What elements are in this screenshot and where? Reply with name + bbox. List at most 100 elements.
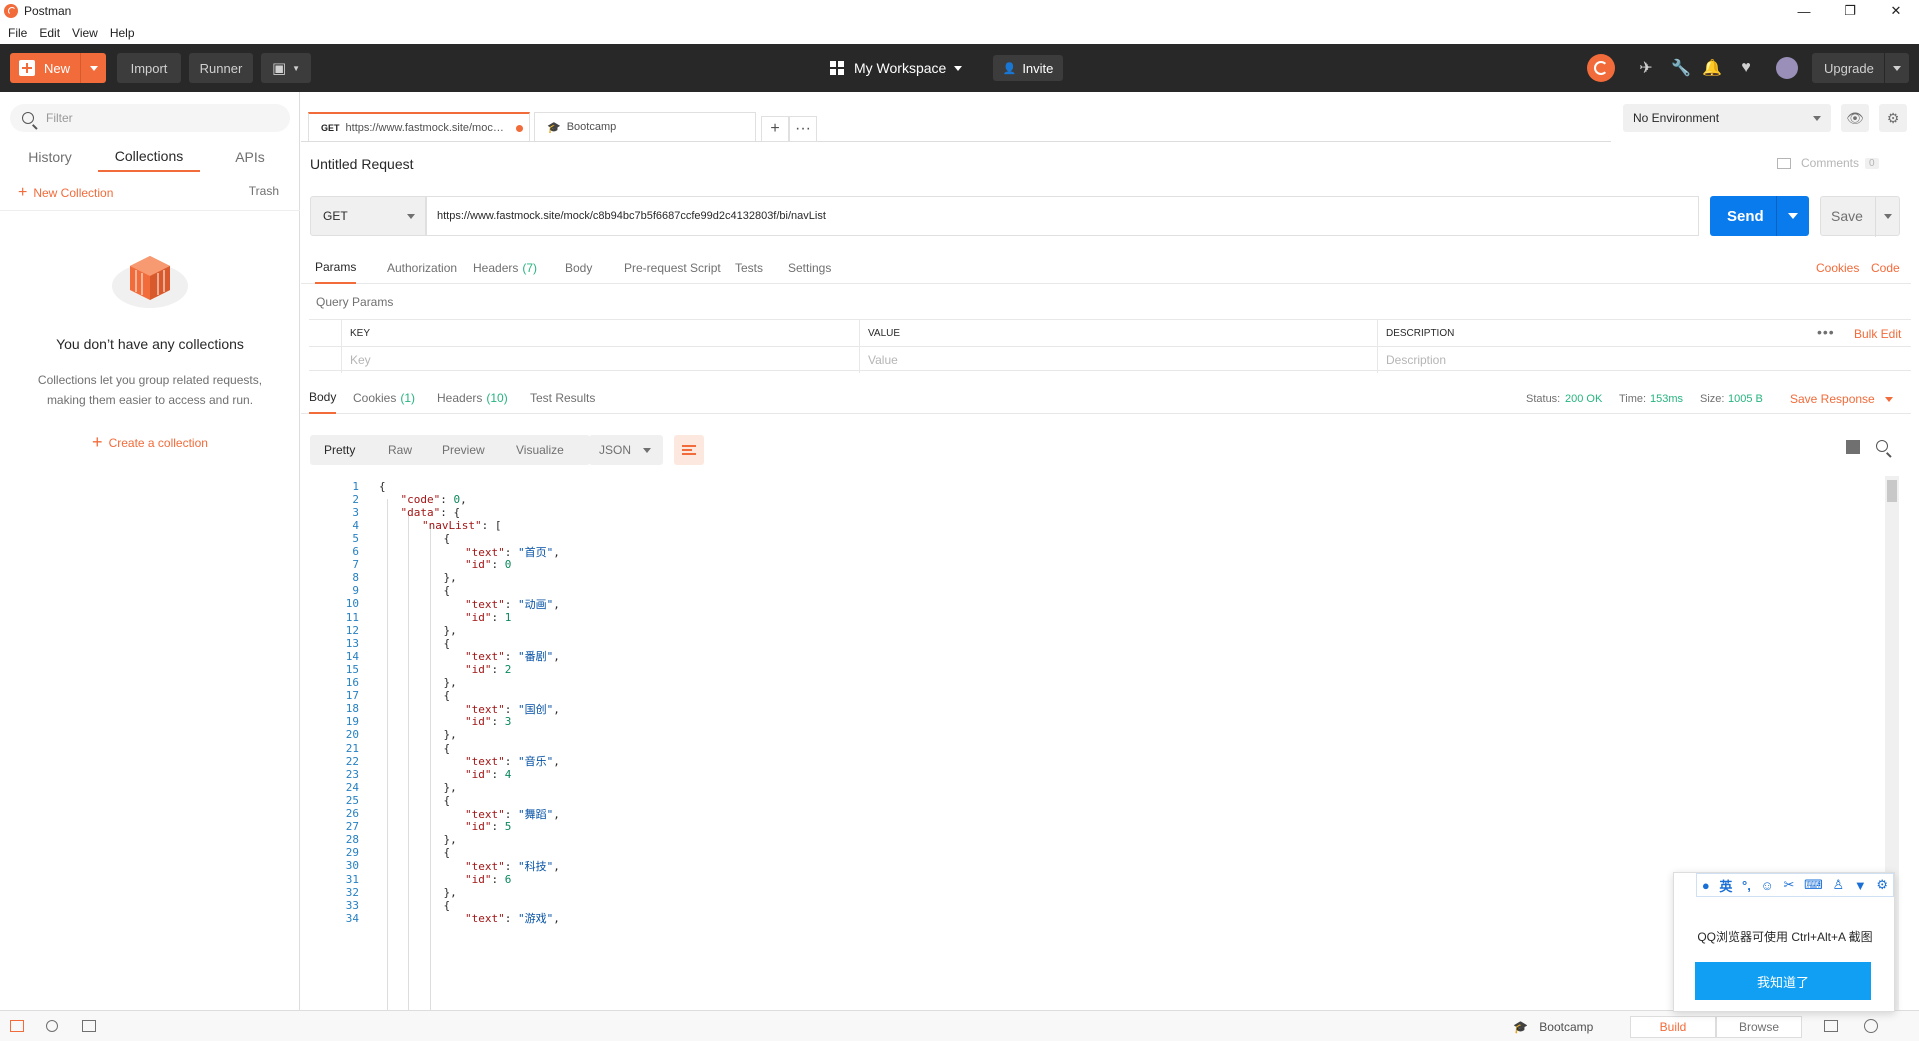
tab-history[interactable]: History (12, 142, 88, 172)
invite-button[interactable]: 👤 Invite (993, 55, 1063, 81)
tab-prerequest-script[interactable]: Pre-request Script (624, 252, 721, 284)
add-tab-button[interactable]: + (761, 116, 789, 142)
save-dropdown-icon[interactable] (1884, 214, 1892, 219)
cookies-count: (1) (400, 391, 416, 405)
browse-mode-button[interactable]: Browse (1716, 1016, 1802, 1038)
user-icon[interactable]: ● (1702, 878, 1710, 893)
tab-params[interactable]: Params (315, 252, 357, 284)
qq-acknowledge-button[interactable]: 我知道了 (1695, 962, 1871, 1000)
tab-response-cookies[interactable]: Cookies (1) (353, 382, 415, 414)
bootcamp-status-link[interactable]: 🎓 Bootcamp (1513, 1020, 1593, 1034)
close-window-button[interactable]: ✕ (1873, 0, 1919, 22)
gear-icon[interactable]: ⚙ (1876, 877, 1888, 893)
build-mode-button[interactable]: Build (1630, 1016, 1716, 1038)
tab-headers-label: Headers (473, 261, 519, 275)
bulk-edit-link[interactable]: Bulk Edit (1854, 327, 1901, 341)
scissors-icon[interactable]: ✂ (1783, 877, 1794, 893)
request-title[interactable]: Untitled Request (310, 156, 414, 172)
format-select[interactable]: JSON (589, 435, 663, 465)
new-window-button[interactable]: ▣ ▼ (261, 53, 311, 83)
keyboard-icon[interactable]: ⌨ (1804, 877, 1823, 893)
person-icon[interactable]: ♙ (1833, 877, 1845, 893)
request-tab-bootcamp[interactable]: 🎓 Bootcamp (534, 112, 756, 141)
emoji-icon[interactable]: ☺ (1761, 878, 1774, 893)
response-body-code[interactable]: 1{2 "code": 0, 3 "data": {4 "navList": [5{6 "… (301, 476, 1883, 1010)
code-link[interactable]: Code (1871, 261, 1900, 275)
tab-pretty[interactable]: Pretty (324, 435, 355, 465)
wrench-icon[interactable]: 🔧 (1671, 58, 1691, 78)
key-input[interactable]: Key (341, 347, 859, 373)
new-button[interactable]: New (10, 53, 106, 83)
punctuation-icon[interactable]: °, (1742, 878, 1751, 893)
eye-icon[interactable]: 👁 (1841, 104, 1869, 132)
postman-logo-icon (4, 4, 18, 18)
tab-visualize[interactable]: Visualize (516, 435, 564, 465)
menu-edit[interactable]: Edit (39, 26, 60, 40)
search-response-button[interactable] (1876, 440, 1900, 452)
environment-select[interactable]: No Environment (1623, 104, 1831, 132)
value-input[interactable]: Value (859, 347, 1377, 373)
runner-button[interactable]: Runner (189, 53, 253, 83)
menu-help[interactable]: Help (110, 26, 135, 40)
tab-response-body[interactable]: Body (309, 382, 337, 414)
chevron-down-icon[interactable] (1893, 66, 1901, 71)
trash-link[interactable]: Trash (249, 184, 279, 198)
gear-icon[interactable]: ⚙ (1879, 104, 1907, 132)
tab-tests[interactable]: Tests (735, 252, 763, 284)
minimize-button[interactable]: — (1781, 0, 1827, 22)
comments-button[interactable]: Comments 0 (1777, 156, 1879, 170)
menu-view[interactable]: View (72, 26, 98, 40)
tab-body[interactable]: Body (565, 252, 592, 284)
layout-icon[interactable] (1824, 1020, 1838, 1032)
tab-options-button[interactable]: ··· (789, 116, 817, 142)
restore-button[interactable]: ❐ (1827, 0, 1873, 22)
workspace-grid-icon (830, 61, 844, 75)
tab-test-results[interactable]: Test Results (530, 382, 595, 414)
upgrade-button[interactable]: Upgrade (1812, 53, 1909, 83)
sidebar-tabs: History Collections APIs (0, 142, 300, 172)
workspace-switcher[interactable]: My Workspace (830, 53, 963, 83)
response-view-tabs: Pretty Raw Preview Visualize (310, 435, 590, 465)
tab-preview[interactable]: Preview (442, 435, 485, 465)
tab-apis[interactable]: APIs (212, 142, 288, 172)
new-dropdown-icon[interactable] (90, 66, 98, 71)
send-button[interactable]: Send (1710, 196, 1809, 236)
shirt-icon[interactable]: ▼ (1854, 878, 1867, 893)
avatar[interactable] (1776, 57, 1798, 79)
tab-raw[interactable]: Raw (388, 435, 412, 465)
description-input[interactable]: Description (1377, 347, 1911, 373)
sync-button[interactable] (1587, 54, 1615, 82)
scrollbar-thumb[interactable] (1887, 480, 1897, 502)
heart-icon[interactable]: ♥ (1736, 58, 1756, 78)
console-icon[interactable] (82, 1020, 96, 1032)
send-dropdown-icon[interactable] (1788, 213, 1798, 219)
tab-settings[interactable]: Settings (788, 252, 831, 284)
tab-headers[interactable]: Headers (7) (473, 252, 537, 284)
import-button[interactable]: Import (117, 53, 181, 83)
save-response-button[interactable]: Save Response (1790, 392, 1893, 406)
wrap-lines-button[interactable] (674, 435, 704, 465)
satellite-icon[interactable]: ✈ (1636, 58, 1656, 78)
menu-file[interactable]: File (8, 26, 27, 40)
help-icon[interactable] (1864, 1019, 1878, 1033)
line-number: 34 (345, 911, 359, 925)
tab-response-headers[interactable]: Headers (10) (437, 382, 508, 414)
ime-language-toggle[interactable]: 英 (1719, 876, 1732, 895)
tab-authorization[interactable]: Authorization (387, 252, 457, 284)
request-tab-get[interactable]: GET https://www.fastmock.site/moc… (308, 112, 530, 141)
method-select[interactable]: GET (310, 196, 426, 236)
bootcamp-icon: 🎓 (547, 121, 561, 134)
chevron-down-icon (643, 448, 651, 453)
cookies-link[interactable]: Cookies (1816, 261, 1859, 275)
url-input[interactable]: https://www.fastmock.site/mock/c8b94bc7b… (426, 196, 1699, 236)
filter-input[interactable]: Filter (10, 104, 290, 132)
save-button[interactable]: Save (1820, 196, 1900, 237)
toggle-sidebar-icon[interactable] (10, 1020, 24, 1032)
create-collection-link[interactable]: + Create a collection (0, 432, 300, 453)
copy-icon[interactable] (1846, 440, 1860, 454)
new-collection-button[interactable]: + New Collection (18, 184, 113, 202)
bell-icon[interactable]: 🔔 (1702, 58, 1722, 78)
more-options-icon[interactable]: ••• (1817, 324, 1835, 340)
find-icon[interactable] (46, 1020, 58, 1032)
tab-collections[interactable]: Collections (98, 142, 200, 172)
